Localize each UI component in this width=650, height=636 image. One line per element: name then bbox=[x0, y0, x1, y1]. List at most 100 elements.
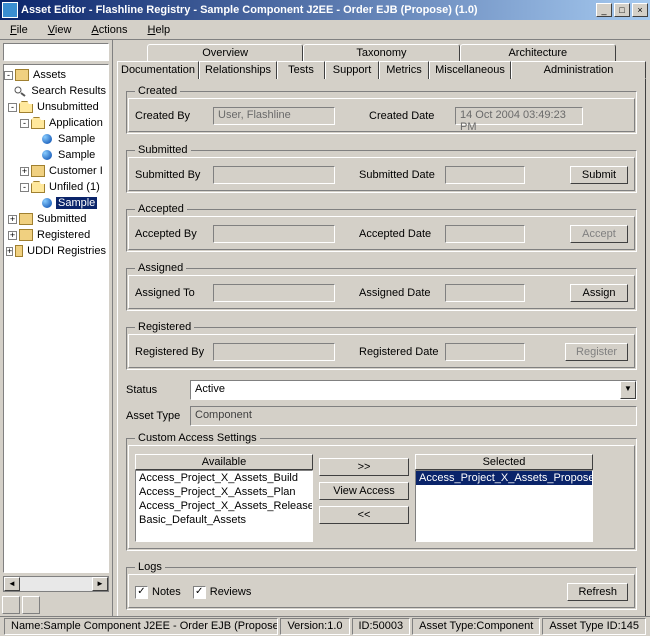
list-item[interactable]: Access_Project_X_Assets_Build bbox=[136, 471, 312, 485]
status-value: Active bbox=[191, 381, 620, 399]
submitted-by-label: Submitted By bbox=[135, 169, 207, 181]
menu-help[interactable]: Help bbox=[142, 22, 177, 38]
submitted-date-label: Submitted Date bbox=[359, 169, 439, 181]
legend-registered: Registered bbox=[135, 321, 194, 333]
cas-available-list[interactable]: Access_Project_X_Assets_Build Access_Pro… bbox=[135, 470, 313, 542]
tree-scrollbar[interactable]: ◄► bbox=[3, 576, 109, 592]
tab-metrics[interactable]: Metrics bbox=[379, 61, 429, 79]
tree-node-assets[interactable]: -Assets bbox=[4, 67, 108, 83]
notes-checkbox[interactable]: ✓Notes bbox=[135, 586, 181, 599]
accepted-date-value bbox=[445, 225, 525, 243]
registered-by-label: Registered By bbox=[135, 346, 207, 358]
legend-accepted: Accepted bbox=[135, 203, 187, 215]
tree-node-submitted[interactable]: +Submitted bbox=[4, 211, 108, 227]
search-input[interactable] bbox=[3, 43, 109, 61]
submitted-date-value bbox=[445, 166, 525, 184]
tree-node-unfiled[interactable]: -Unfiled (1) bbox=[4, 179, 108, 195]
status-version: Version:1.0 bbox=[280, 618, 349, 635]
view-access-button[interactable]: View Access bbox=[319, 482, 409, 500]
created-by-value: User, Flashline bbox=[213, 107, 335, 125]
fieldset-cas: Custom Access Settings Available Access_… bbox=[126, 432, 637, 551]
tree-node-uddi[interactable]: +UDDI Registries bbox=[4, 243, 108, 259]
chevron-down-icon[interactable]: ▼ bbox=[620, 381, 636, 399]
sidebar-tool-2[interactable] bbox=[22, 596, 40, 614]
administration-panel: Created Created By User, Flashline Creat… bbox=[117, 79, 646, 616]
assigned-date-value bbox=[445, 284, 525, 302]
legend-submitted: Submitted bbox=[135, 144, 191, 156]
tree-node-customer[interactable]: +Customer I bbox=[4, 163, 108, 179]
accept-button: Accept bbox=[570, 225, 628, 243]
reviews-checkbox[interactable]: ✓Reviews bbox=[193, 586, 252, 599]
sidebar-tool-1[interactable] bbox=[2, 596, 20, 614]
status-id: ID:50003 bbox=[352, 618, 411, 635]
tab-taxonomy[interactable]: Taxonomy bbox=[303, 44, 459, 61]
created-by-label: Created By bbox=[135, 110, 207, 122]
list-item[interactable]: Access_Project_X_Assets_Plan bbox=[136, 485, 312, 499]
tab-documentation[interactable]: Documentation bbox=[117, 61, 199, 79]
asset-type-label: Asset Type bbox=[126, 410, 186, 422]
tree-node-sample2[interactable]: Sample bbox=[4, 147, 108, 163]
menu-file[interactable]: File bbox=[4, 22, 34, 38]
tab-miscellaneous[interactable]: Miscellaneous bbox=[429, 61, 511, 79]
move-left-button[interactable]: << bbox=[319, 506, 409, 524]
list-item[interactable]: Access_Project_X_Assets_Propose bbox=[416, 471, 592, 485]
close-button[interactable]: × bbox=[632, 3, 648, 17]
status-asset-type: Asset Type:Component bbox=[412, 618, 540, 635]
legend-logs: Logs bbox=[135, 561, 165, 573]
menu-view[interactable]: View bbox=[42, 22, 78, 38]
fieldset-accepted: Accepted Accepted By Accepted Date Accep… bbox=[126, 203, 637, 252]
created-date-label: Created Date bbox=[369, 110, 449, 122]
list-item[interactable]: Access_Project_X_Assets_Release bbox=[136, 499, 312, 513]
status-combo[interactable]: Active ▼ bbox=[190, 380, 637, 400]
list-item[interactable]: Basic_Default_Assets bbox=[136, 513, 312, 527]
app-icon bbox=[2, 2, 18, 18]
menubar: File View Actions Help bbox=[0, 20, 650, 40]
cas-selected-header: Selected bbox=[415, 454, 593, 470]
refresh-button[interactable]: Refresh bbox=[567, 583, 628, 601]
assign-button[interactable]: Assign bbox=[570, 284, 628, 302]
move-right-button[interactable]: >> bbox=[319, 458, 409, 476]
status-name: Name:Sample Component J2EE - Order EJB (… bbox=[4, 618, 278, 635]
created-date-value: 14 Oct 2004 03:49:23 PM bbox=[455, 107, 583, 125]
legend-assigned: Assigned bbox=[135, 262, 186, 274]
assigned-to-value bbox=[213, 284, 335, 302]
sidebar: -Assets Search Results -Unsubmitted -App… bbox=[0, 40, 113, 616]
tab-tests[interactable]: Tests bbox=[277, 61, 325, 79]
tab-overview[interactable]: Overview bbox=[147, 44, 303, 61]
assigned-to-label: Assigned To bbox=[135, 287, 207, 299]
content-area: Overview Taxonomy Architecture Documenta… bbox=[113, 40, 650, 616]
status-asset-type-id: Asset Type ID:145 bbox=[542, 618, 646, 635]
accepted-date-label: Accepted Date bbox=[359, 228, 439, 240]
fieldset-assigned: Assigned Assigned To Assigned Date Assig… bbox=[126, 262, 637, 311]
registered-by-value bbox=[213, 343, 335, 361]
asset-tree[interactable]: -Assets Search Results -Unsubmitted -App… bbox=[3, 64, 109, 573]
titlebar: Asset Editor - Flashline Registry - Samp… bbox=[0, 0, 650, 20]
tree-node-registered[interactable]: +Registered bbox=[4, 227, 108, 243]
tab-support[interactable]: Support bbox=[325, 61, 379, 79]
submit-button[interactable]: Submit bbox=[570, 166, 628, 184]
fieldset-created: Created Created By User, Flashline Creat… bbox=[126, 85, 637, 134]
minimize-button[interactable]: _ bbox=[596, 3, 612, 17]
register-button: Register bbox=[565, 343, 628, 361]
status-label: Status bbox=[126, 384, 186, 396]
tree-node-unsubmitted[interactable]: -Unsubmitted bbox=[4, 99, 108, 115]
tree-node-sample1[interactable]: Sample bbox=[4, 131, 108, 147]
cas-available-header: Available bbox=[135, 454, 313, 470]
tree-node-sample-selected[interactable]: Sample bbox=[4, 195, 108, 211]
window-title: Asset Editor - Flashline Registry - Samp… bbox=[21, 4, 594, 16]
registered-date-value bbox=[445, 343, 525, 361]
fieldset-registered: Registered Registered By Registered Date… bbox=[126, 321, 637, 370]
accepted-by-label: Accepted By bbox=[135, 228, 207, 240]
tree-node-application[interactable]: -Application bbox=[4, 115, 108, 131]
tree-node-search[interactable]: Search Results bbox=[4, 83, 108, 99]
fieldset-logs: Logs ✓Notes ✓Reviews Refresh bbox=[126, 561, 637, 610]
tab-relationships[interactable]: Relationships bbox=[199, 61, 277, 79]
legend-cas: Custom Access Settings bbox=[135, 432, 260, 444]
cas-selected-list[interactable]: Access_Project_X_Assets_Propose bbox=[415, 470, 593, 542]
tab-architecture[interactable]: Architecture bbox=[460, 44, 616, 61]
menu-actions[interactable]: Actions bbox=[85, 22, 133, 38]
tab-administration[interactable]: Administration bbox=[511, 61, 646, 79]
maximize-button[interactable]: □ bbox=[614, 3, 630, 17]
fieldset-submitted: Submitted Submitted By Submitted Date Su… bbox=[126, 144, 637, 193]
statusbar: Name:Sample Component J2EE - Order EJB (… bbox=[0, 616, 650, 636]
